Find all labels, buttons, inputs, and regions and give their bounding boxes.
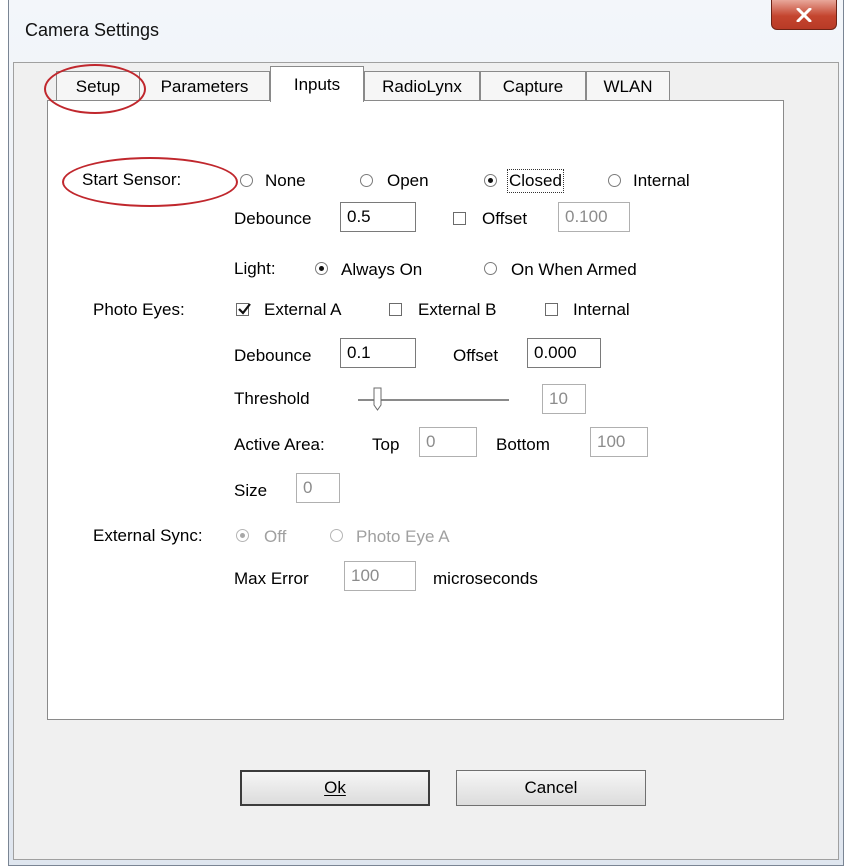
active-area-bottom-label: Bottom <box>496 435 550 454</box>
window-title: Camera Settings <box>25 20 160 40</box>
tab-parameters[interactable]: Parameters <box>139 71 270 101</box>
photo-eyes-label: Photo Eyes: <box>93 300 185 319</box>
size-label: Size <box>234 481 268 500</box>
start-sensor-none-label[interactable]: None <box>265 171 306 191</box>
close-button[interactable] <box>771 0 837 30</box>
photo-eye-internal-label[interactable]: Internal <box>573 300 630 320</box>
external-sync-off-radio[interactable] <box>236 529 249 542</box>
active-area-bottom-input[interactable]: 100 <box>590 427 648 457</box>
photo-offset-label: Offset <box>453 346 499 365</box>
tab-label: Inputs <box>293 74 341 94</box>
tab-radiolynx[interactable]: RadioLynx <box>364 71 480 101</box>
size-input[interactable]: 0 <box>296 473 340 503</box>
photo-debounce-label: Debounce <box>234 346 312 365</box>
start-sensor-closed-radio[interactable] <box>484 174 497 187</box>
start-debounce-input[interactable]: 0.5 <box>340 202 416 232</box>
threshold-value-input[interactable]: 10 <box>542 384 586 414</box>
external-sync-photo-eye-a-label[interactable]: Photo Eye A <box>356 527 450 547</box>
tab-label: Setup <box>75 76 121 96</box>
start-offset-label: Offset <box>482 209 528 228</box>
inputs-tab-page <box>47 100 784 720</box>
tab-inputs[interactable]: Inputs <box>270 66 364 102</box>
active-area-top-input[interactable]: 0 <box>419 427 477 457</box>
photo-debounce-input[interactable]: 0.1 <box>340 338 416 368</box>
external-sync-label: External Sync: <box>93 526 203 545</box>
photo-eye-external-b-checkbox[interactable] <box>389 303 402 316</box>
start-sensor-closed-label[interactable]: Closed <box>507 169 564 193</box>
light-always-on-label[interactable]: Always On <box>341 260 422 280</box>
checkmark-icon <box>238 303 251 315</box>
active-area-label: Active Area: <box>234 435 325 454</box>
tab-label: RadioLynx <box>382 76 462 96</box>
ok-button-label: Ok <box>324 778 346 797</box>
start-sensor-internal-label[interactable]: Internal <box>633 171 690 191</box>
light-label: Light: <box>234 259 276 278</box>
start-offset-checkbox[interactable] <box>453 212 466 225</box>
cancel-button[interactable]: Cancel <box>456 770 646 806</box>
threshold-label: Threshold <box>234 389 310 408</box>
light-always-on-radio[interactable] <box>315 262 328 275</box>
light-on-when-armed-label[interactable]: On When Armed <box>511 260 637 280</box>
start-sensor-internal-radio[interactable] <box>608 174 621 187</box>
external-sync-photo-eye-a-radio[interactable] <box>330 529 343 542</box>
start-sensor-none-radio[interactable] <box>240 174 253 187</box>
tab-setup[interactable]: Setup <box>56 71 140 101</box>
light-on-when-armed-radio[interactable] <box>484 262 497 275</box>
start-offset-input[interactable]: 0.100 <box>558 202 630 232</box>
max-error-units: microseconds <box>433 569 538 588</box>
photo-offset-input[interactable]: 0.000 <box>527 338 601 368</box>
tab-capture[interactable]: Capture <box>480 71 586 101</box>
close-icon <box>796 7 812 22</box>
tab-label: Capture <box>502 76 564 96</box>
start-debounce-label: Debounce <box>234 209 312 228</box>
start-sensor-open-radio[interactable] <box>360 174 373 187</box>
max-error-input[interactable]: 100 <box>344 561 416 591</box>
max-error-label: Max Error <box>234 569 309 588</box>
active-area-top-label: Top <box>372 435 400 454</box>
ok-button[interactable]: Ok <box>240 770 430 806</box>
photo-eye-external-a-label[interactable]: External A <box>264 300 342 320</box>
photo-eye-external-b-label[interactable]: External B <box>418 300 496 320</box>
start-sensor-open-label[interactable]: Open <box>387 171 429 191</box>
cancel-button-label: Cancel <box>524 778 578 797</box>
start-sensor-label: Start Sensor: <box>82 170 182 189</box>
external-sync-off-label[interactable]: Off <box>264 527 286 547</box>
tab-label: WLAN <box>603 76 653 96</box>
photo-eye-internal-checkbox[interactable] <box>545 303 558 316</box>
tab-wlan[interactable]: WLAN <box>586 71 670 101</box>
threshold-slider-thumb[interactable] <box>373 387 383 411</box>
tab-label: Parameters <box>160 76 249 96</box>
photo-eye-external-a-checkbox[interactable] <box>236 303 251 316</box>
